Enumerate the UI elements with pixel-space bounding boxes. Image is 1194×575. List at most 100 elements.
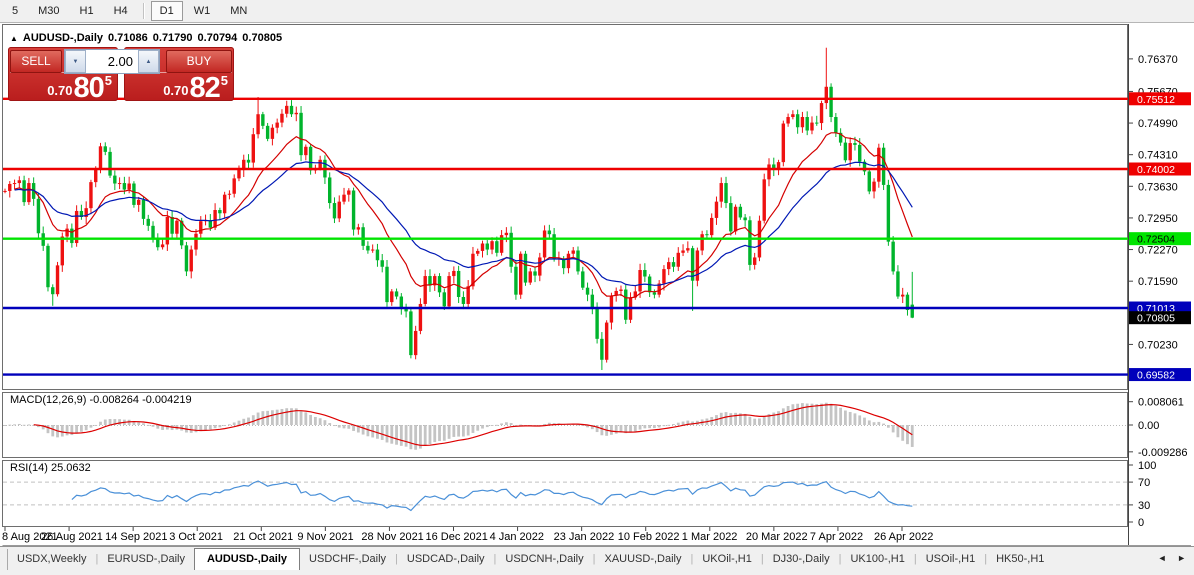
timeframe-button-h1[interactable]: H1 [71, 1, 103, 21]
candle-down [795, 114, 800, 128]
candle-up [337, 201, 341, 219]
timeframe-button-mn[interactable]: MN [221, 1, 256, 21]
macd-bar [734, 412, 737, 425]
date-label: 4 Jan 2022 [490, 531, 544, 543]
candle-down [22, 180, 26, 203]
collapse-arrow-icon[interactable]: ▲ [10, 34, 18, 43]
volume-field[interactable]: 2.00 [86, 50, 138, 73]
macd-indicator-label: MACD(12,26,9) -0.008264 -0.004219 [10, 394, 192, 406]
candle-up [528, 271, 532, 283]
buy-button[interactable]: BUY [166, 50, 232, 73]
macd-bar [337, 425, 341, 428]
candle-down [141, 199, 146, 219]
tab-scroll-right-icon[interactable]: ► [1177, 553, 1190, 563]
timeframe-group-left: 5 M30 H1 H4 [2, 5, 138, 17]
candle-down [624, 289, 628, 320]
macd-bar [17, 423, 21, 425]
macd-bar [490, 425, 494, 426]
macd-bar [629, 425, 632, 433]
candle-up [901, 294, 905, 297]
chart-tab-audusd-daily[interactable]: AUDUSD-,Daily [193, 548, 301, 570]
candle-down [361, 227, 365, 246]
candle-down [829, 86, 833, 118]
candle-up [160, 244, 165, 248]
date-label: 23 Jan 2022 [554, 531, 615, 543]
macd-bar [80, 425, 83, 432]
candle-down [385, 266, 389, 303]
macd-bar [452, 425, 456, 437]
chart-tab-usdchf-daily[interactable]: USDCHF-,Daily [300, 549, 395, 568]
candle-up [480, 243, 485, 251]
macd-bar [762, 416, 766, 425]
macd-bar [485, 425, 489, 428]
tab-scroll-left-icon[interactable]: ◄ [1158, 553, 1171, 563]
chart-tab-hk50-h1[interactable]: HK50-,H1 [987, 549, 1053, 568]
chart-window[interactable]: 0.763700.756700.749900.743100.736300.729… [0, 23, 1194, 546]
timeframe-button-h4[interactable]: H4 [105, 1, 137, 21]
macd-bar [829, 403, 833, 425]
chart-tab-usoil-h1[interactable]: USOil-,H1 [917, 549, 985, 568]
chart-tab-eurusd-daily[interactable]: EURUSD-,Daily [98, 549, 194, 568]
candle-up [571, 250, 575, 254]
candle-up [280, 113, 284, 123]
chart-plot-area[interactable]: 0.763700.756700.749900.743100.736300.729… [0, 23, 1194, 546]
candle-down [858, 144, 862, 162]
macd-bar [271, 410, 274, 425]
candle-up [752, 257, 757, 265]
candle-up [791, 114, 795, 118]
macd-bar [662, 425, 666, 427]
sell-button[interactable]: SELL [10, 50, 62, 73]
macd-bar [863, 417, 866, 425]
timeframe-button-w1[interactable]: W1 [185, 1, 220, 21]
candle-up [117, 183, 122, 185]
candle-up [762, 179, 766, 221]
macd-bar [223, 425, 227, 426]
chart-tab-usdcnh-daily[interactable]: USDCNH-,Daily [496, 549, 592, 568]
timeframe-button-d1[interactable]: D1 [150, 1, 183, 21]
tab-scroll-arrows: ◄ ► [1158, 553, 1190, 563]
candle-up [275, 122, 279, 128]
candle-up [466, 286, 470, 304]
timeframe-button-5[interactable]: 5 [3, 1, 27, 21]
chart-tab-dj30-daily[interactable]: DJ30-,Daily [764, 549, 839, 568]
macd-bar [858, 415, 862, 425]
chart-tab-xauusd-daily[interactable]: XAUUSD-,Daily [595, 549, 690, 568]
macd-bar [299, 410, 303, 425]
candle-down [729, 203, 733, 232]
mt4-terminal: 5M30H1H4 D1W1MN 0.763700.756700.749900.7… [0, 0, 1194, 575]
macd-bar [428, 425, 432, 445]
candle-down [113, 175, 117, 184]
macd-bar [729, 413, 733, 425]
macd-bar [385, 425, 389, 443]
candle-up [714, 201, 719, 218]
candle-up [733, 206, 738, 232]
candle-up [213, 210, 217, 228]
candle-up [65, 228, 69, 237]
candle-up [471, 253, 475, 287]
candle-down [308, 146, 313, 171]
price-tick-label: 0.74990 [1138, 118, 1178, 130]
volume-increase-button[interactable]: ▲ [138, 50, 159, 73]
chart-tab-usdcad-daily[interactable]: USDCAD-,Daily [398, 549, 494, 568]
level-badge-label: 0.75512 [1137, 94, 1175, 106]
candle-up [452, 270, 456, 277]
price-tick-label: 0.72950 [1138, 213, 1178, 225]
chart-tab-uk100-h1[interactable]: UK100-,H1 [841, 549, 913, 568]
chart-tab-usdx-weekly[interactable]: USDX,Weekly [8, 549, 95, 568]
candle-down [442, 292, 446, 307]
price-tick-label: 0.76370 [1138, 54, 1178, 66]
macd-bar [280, 408, 284, 425]
volume-control: ▼ 2.00 ▲ [64, 49, 160, 74]
candle-down [523, 253, 528, 283]
volume-decrease-button[interactable]: ▼ [65, 50, 86, 73]
chart-tab-ukoil-h1[interactable]: UKOil-,H1 [693, 549, 761, 568]
rsi-scale-label: 70 [1138, 477, 1150, 489]
candle-down [289, 105, 294, 115]
candle-up [819, 103, 824, 124]
candle-up [800, 117, 805, 128]
macd-bar [208, 425, 212, 430]
candle-up [810, 122, 814, 131]
timeframe-button-m30[interactable]: M30 [29, 1, 68, 21]
current-price-badge-label: 0.70805 [1137, 313, 1175, 325]
macd-bar [218, 425, 222, 428]
